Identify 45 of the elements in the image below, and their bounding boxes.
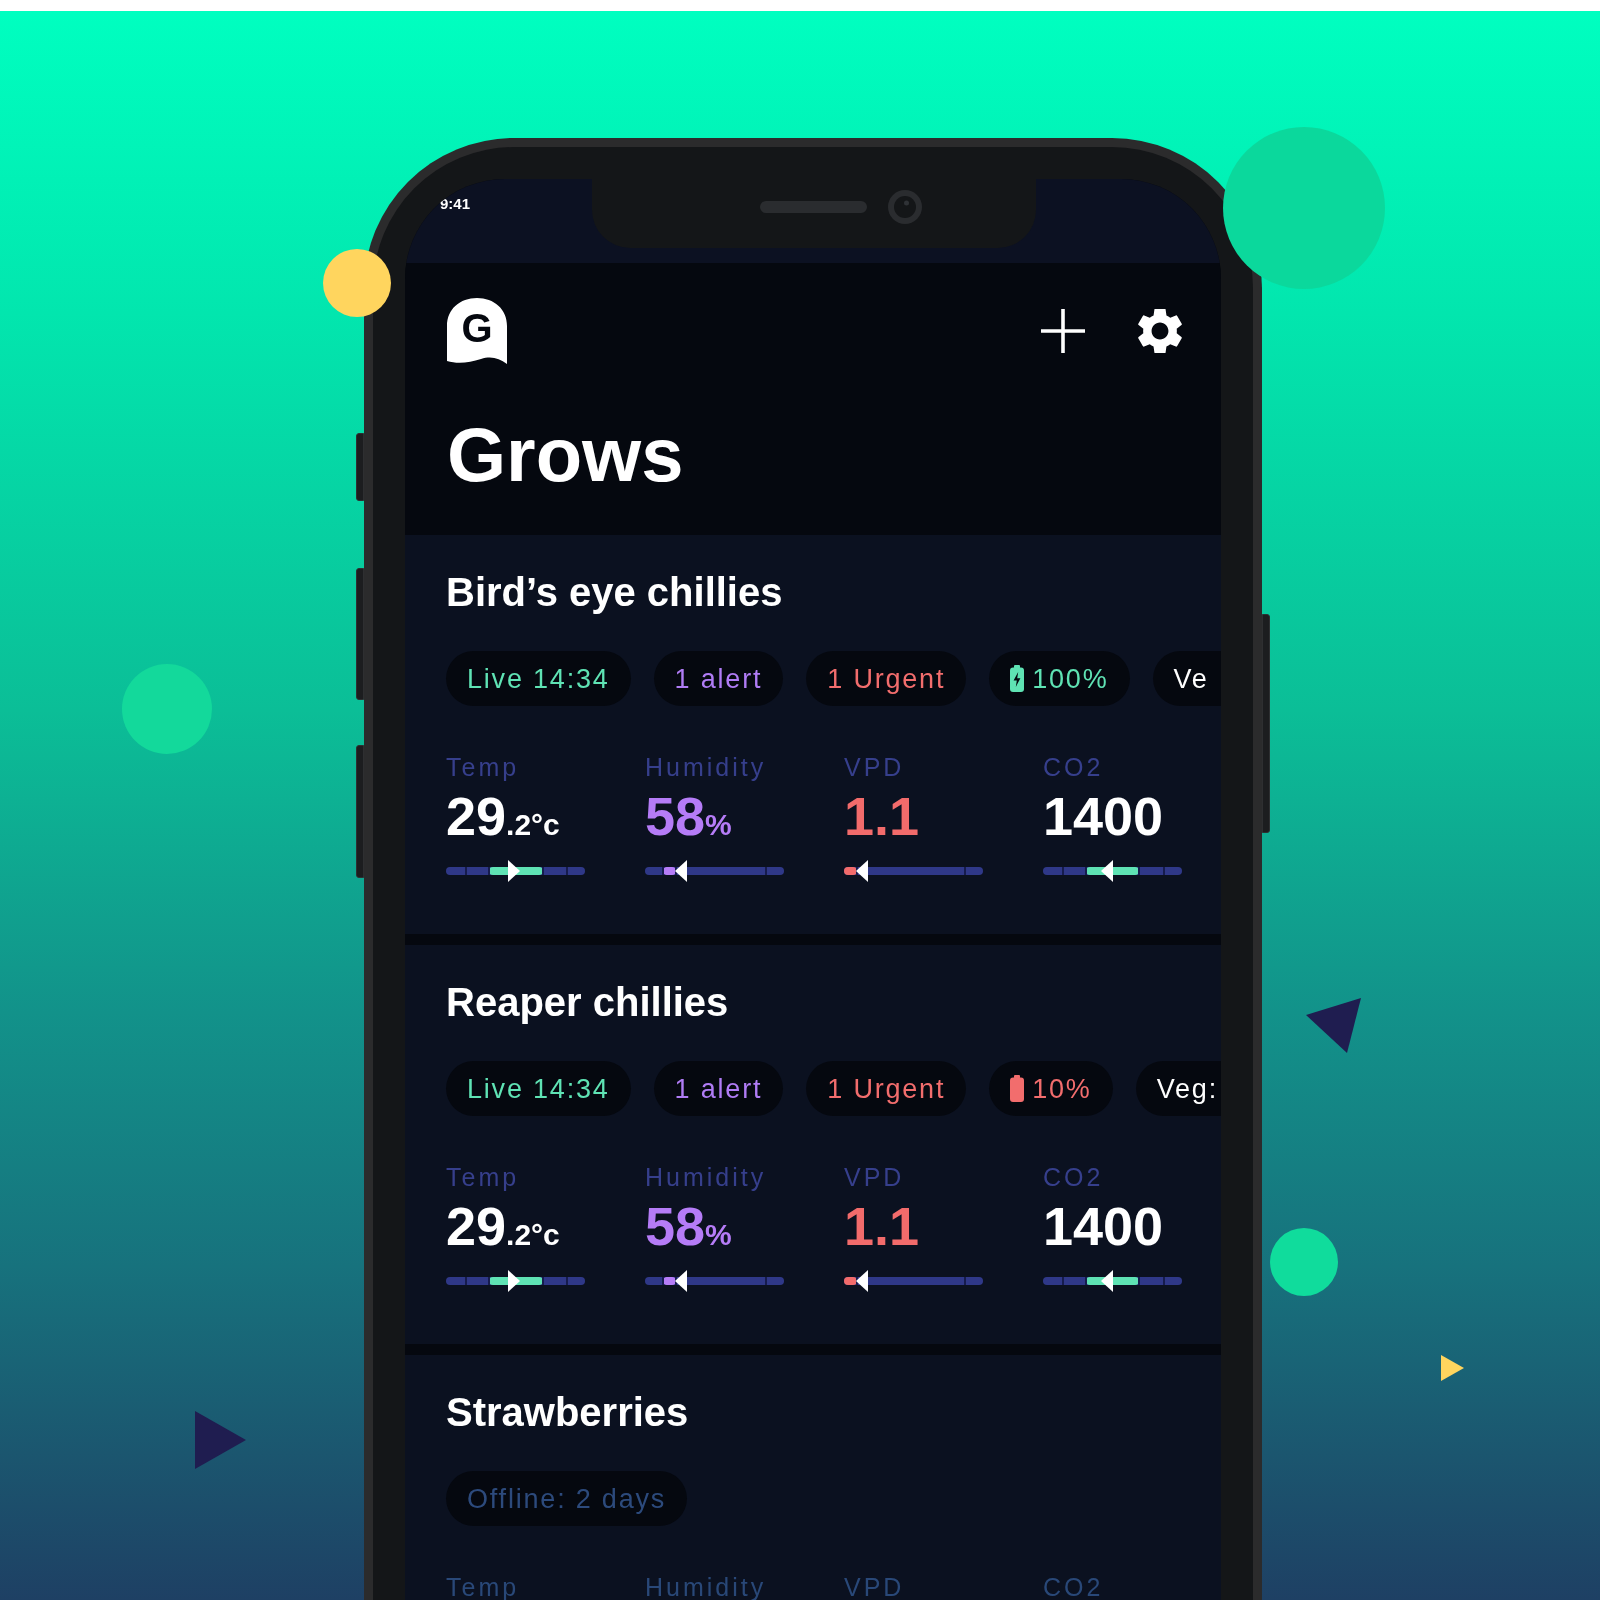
metric-label: VPD	[844, 1165, 905, 1189]
live-time-text: Live 14:34	[467, 662, 610, 695]
urgent-count-text: 1 Urgent	[827, 1072, 946, 1105]
metric-value: 29.2°c	[446, 789, 560, 843]
metric-value: 1.1	[844, 789, 920, 843]
metric-label: Temp	[446, 755, 520, 779]
metric-value: 58%	[645, 1199, 732, 1253]
metric-value: 1400	[1043, 789, 1164, 843]
metric-label: Humidity	[645, 755, 767, 779]
settings-icon	[1138, 309, 1182, 353]
card-title: Strawberries	[446, 1389, 689, 1436]
triangle-decoration	[195, 1411, 246, 1469]
battery-percentage-text: 100%	[1032, 662, 1109, 695]
metric-label: VPD	[844, 755, 905, 779]
app-logo: G	[447, 298, 507, 364]
growth-stage-text: Veg:	[1156, 1072, 1218, 1105]
metric-label: CO2	[1043, 1575, 1104, 1599]
metric-label: Humidity	[645, 1165, 767, 1189]
live-time-text: Live 14:34	[467, 1072, 610, 1105]
alert-count-text: 1 alert	[674, 662, 763, 695]
triangle-decoration	[1441, 1355, 1464, 1381]
alert-count-text: 1 alert	[674, 1072, 763, 1105]
metric-value: 1.1	[844, 1199, 920, 1253]
metric-label: Temp	[446, 1165, 520, 1189]
grow-card[interactable]: Bird’s eye chillies Live 14:34 1 alert 1 Urgent 100% Ve Temp 29.2°c Humidity 58% VPD 1.1 CO2 1400	[405, 535, 1221, 934]
plus-icon	[1041, 309, 1085, 353]
offline-status-text: Offline: 2 days	[467, 1482, 667, 1515]
camera-lens-icon	[888, 190, 922, 224]
status-time: 9:41	[440, 195, 471, 213]
grow-card[interactable]: Reaper chillies Live 14:34 1 alert 1 Urgent 10% Veg: Temp 29.2°c Humidity 58% VPD 1.1 CO2 1400	[405, 945, 1221, 1344]
card-title: Bird’s eye chillies	[446, 569, 783, 616]
metric-label: CO2	[1043, 755, 1104, 779]
metric-value: 1400	[1043, 1199, 1164, 1253]
metric-label: CO2	[1043, 1165, 1104, 1189]
battery-percentage-text: 10%	[1032, 1072, 1092, 1105]
triangle-decoration	[1306, 998, 1361, 1053]
metric-label: VPD	[844, 1575, 905, 1599]
urgent-count-text: 1 Urgent	[827, 662, 946, 695]
growth-stage-text: Ve	[1173, 662, 1209, 695]
metric-value: 29.2°c	[446, 1199, 560, 1253]
page-title: Grows	[447, 417, 684, 493]
settings-button[interactable]	[1138, 309, 1182, 353]
metric-value: 58%	[645, 789, 732, 843]
card-title: Reaper chillies	[446, 979, 729, 1026]
add-button[interactable]	[1041, 309, 1085, 353]
